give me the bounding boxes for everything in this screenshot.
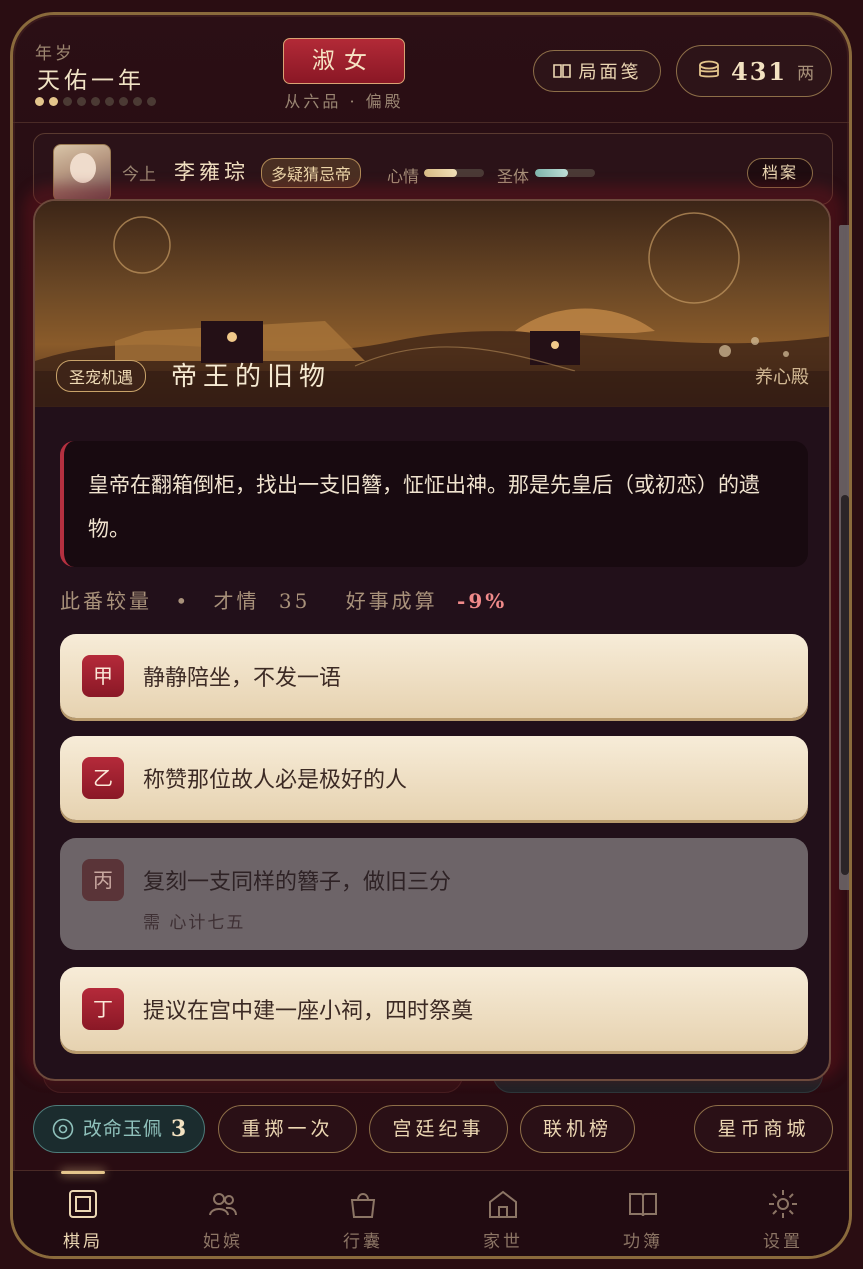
nav-item-bag[interactable]: 行囊: [293, 1171, 433, 1256]
nav-item-settings[interactable]: 设置: [713, 1171, 849, 1256]
compare-stat-label: 才情: [213, 589, 260, 613]
choice-requirement: 需 心计七五: [143, 913, 246, 933]
coin-counter: 431 两: [676, 45, 832, 97]
event-banner: 圣宠机遇 帝王的旧物 养心殿: [35, 201, 829, 407]
nav-item-consorts[interactable]: 妃嫔: [153, 1171, 293, 1256]
nav-label: 功簿: [623, 1232, 663, 1252]
action-row: 改命玉佩 3 重掷一次 宫廷纪事 联机榜 星币商城: [13, 1105, 849, 1161]
nav-item-family[interactable]: 家世: [433, 1171, 573, 1256]
choice-text: 复刻一支同样的簪子，做旧三分: [143, 870, 452, 895]
event-type-badge: 圣宠机遇: [56, 360, 147, 392]
book-icon: [552, 64, 571, 78]
choice-text: 提议在宫中建一座小祠，四时祭奠: [143, 999, 474, 1024]
layout-button[interactable]: 局面笺: [533, 50, 661, 92]
chronicle-button[interactable]: 宫廷纪事: [369, 1105, 508, 1153]
compare-line: 此番较量 • 才情 35 好事成算 -9%: [60, 585, 507, 614]
event-title: 帝王的旧物: [171, 362, 332, 392]
jade-pendant-icon: [52, 1118, 74, 1140]
nav-label: 棋局: [63, 1232, 103, 1252]
coin-unit: 两: [797, 63, 815, 84]
health-bar: [535, 169, 595, 177]
nav-label: 设置: [763, 1232, 803, 1252]
compare-stat-value: 35: [278, 589, 311, 613]
jade-pendant-button[interactable]: 改命玉佩 3: [33, 1105, 205, 1153]
emperor-name: 李雍琮: [174, 160, 249, 184]
modal-scrollbar-thumb[interactable]: [841, 495, 849, 875]
choice-seal: 乙: [82, 757, 124, 799]
progress-dot: [91, 97, 100, 106]
reroll-button[interactable]: 重掷一次: [218, 1105, 357, 1153]
choice-option-bing-locked: 丙 复刻一支同样的簪子，做旧三分 需 心计七五: [60, 838, 808, 950]
year-progress-dots: [35, 97, 156, 106]
jade-pendant-label: 改命玉佩: [82, 1118, 163, 1140]
file-button[interactable]: 档案: [747, 158, 813, 188]
people-icon: [209, 1193, 237, 1216]
health-bar-fill: [535, 169, 568, 177]
jade-pendant-count: 3: [170, 1116, 188, 1142]
game-frame: 年岁 天佑一年 淑女 从六品 · 偏殿 局面笺 431 两 今上 李雍琮 多疑猜…: [10, 12, 852, 1259]
event-modal: 圣宠机遇 帝王的旧物 养心殿 皇帝在翻箱倒柜，找出一支旧簪，怔怔出神。那是先皇后…: [33, 199, 831, 1081]
shop-button[interactable]: 星币商城: [694, 1105, 833, 1153]
odds-value: -9%: [457, 589, 508, 613]
progress-dot: [147, 97, 156, 106]
layout-button-label: 局面笺: [578, 62, 642, 83]
gear-icon: [769, 1190, 797, 1218]
progress-dot: [35, 97, 44, 106]
nav-item-board[interactable]: 棋局: [13, 1171, 153, 1256]
progress-dot: [63, 97, 72, 106]
nav-label: 妃嫔: [203, 1232, 243, 1252]
nav-label: 行囊: [343, 1232, 383, 1252]
choice-option-ding[interactable]: 丁 提议在宫中建一座小祠，四时祭奠: [60, 967, 808, 1051]
nav-label: 家世: [483, 1232, 523, 1252]
rank-badge: 淑女: [283, 38, 405, 84]
progress-dot: [49, 97, 58, 106]
rank-subtitle: 从六品 · 偏殿: [284, 92, 404, 111]
progress-dot: [77, 97, 86, 106]
choice-option-yi[interactable]: 乙 称赞那位故人必是极好的人: [60, 736, 808, 820]
compare-label: 此番较量: [60, 589, 152, 613]
leaderboard-button[interactable]: 联机榜: [520, 1105, 635, 1153]
choice-text: 静静陪坐，不发一语: [143, 666, 342, 691]
book-icon: [629, 1193, 657, 1217]
compare-separator: •: [175, 589, 191, 613]
mood-bar-fill: [424, 169, 457, 177]
emperor-trait-badge: 多疑猜忌帝: [261, 158, 362, 188]
nav-item-merits[interactable]: 功簿: [573, 1171, 713, 1256]
progress-dot: [105, 97, 114, 106]
top-bar: 年岁 天佑一年 淑女 从六品 · 偏殿 局面笺 431 两: [13, 15, 849, 123]
choice-option-jia[interactable]: 甲 静静陪坐，不发一语: [60, 634, 808, 718]
coin-value: 431: [731, 56, 788, 86]
choice-seal: 甲: [82, 655, 124, 697]
bag-icon: [350, 1193, 376, 1218]
mood-label: 心情: [387, 167, 420, 186]
choice-seal: 丙: [82, 859, 124, 901]
progress-dot: [133, 97, 142, 106]
health-label: 圣体: [497, 167, 530, 186]
progress-dot: [119, 97, 128, 106]
odds-label: 好事成算: [345, 589, 438, 613]
emperor-prefix: 今上: [122, 165, 156, 185]
board-icon: [69, 1190, 97, 1218]
event-narration: 皇帝在翻箱倒柜，找出一支旧簪，怔怔出神。那是先皇后（或初恋）的遗物。: [60, 441, 808, 567]
event-location: 养心殿: [755, 367, 809, 388]
mood-bar: [424, 169, 484, 177]
year-value: 天佑一年: [37, 68, 145, 94]
bottom-nav: 棋局 妃嫔 行囊 家世 功簿 设置: [13, 1170, 849, 1256]
choice-seal: 丁: [82, 988, 124, 1030]
house-icon: [489, 1190, 517, 1218]
coin-stack-icon: [699, 60, 719, 78]
choice-text: 称赞那位故人必是极好的人: [143, 768, 408, 793]
palace-illustration: [35, 212, 829, 407]
